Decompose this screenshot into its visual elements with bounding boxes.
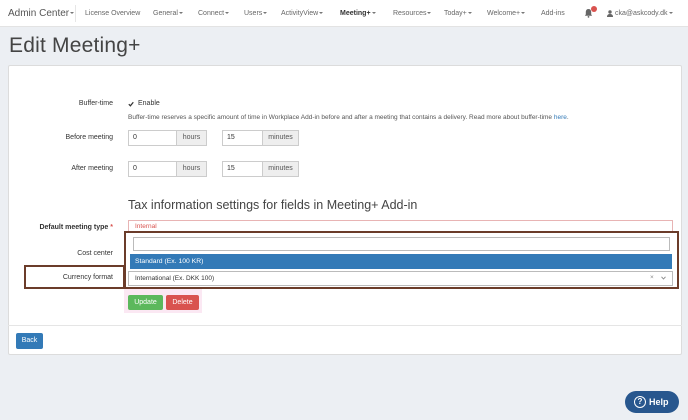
- user-icon: [607, 9, 613, 17]
- nav-activityview[interactable]: ActivityView: [281, 0, 324, 27]
- before-minutes-input[interactable]: 15: [222, 130, 263, 146]
- chevron-down-icon: [263, 12, 268, 15]
- cost-center-label: Cost center: [77, 250, 113, 257]
- buffer-description-text: Buffer-time reserves a specific amount o…: [128, 114, 553, 121]
- after-hours-addon: hours: [176, 161, 207, 177]
- tax-section-heading: Tax information settings for fields in M…: [128, 198, 418, 212]
- buffer-enable-label: Enable: [138, 100, 160, 107]
- chevron-down-icon: [668, 12, 673, 15]
- after-minutes-input[interactable]: 15: [222, 161, 263, 177]
- chevron-down-icon: [225, 12, 230, 15]
- buffer-description: Buffer-time reserves a specific amount o…: [128, 114, 569, 121]
- chevron-down-icon: [319, 12, 324, 15]
- chevron-down-icon: [371, 12, 376, 15]
- nav-resources[interactable]: Resources: [393, 0, 432, 27]
- before-meeting-label: Before meeting: [65, 134, 113, 141]
- default-meeting-type-label: Default meeting type *: [20, 224, 113, 231]
- dropdown-highlight-box: [124, 231, 679, 289]
- buffer-enable-checkbox[interactable]: [128, 101, 134, 107]
- nav-connect[interactable]: Connect: [198, 0, 230, 27]
- nav-add-ins[interactable]: Add-ins: [541, 0, 565, 27]
- question-icon: ?: [634, 396, 646, 408]
- admin-center-menu[interactable]: Admin Center: [8, 0, 75, 27]
- chevron-down-icon: [521, 12, 526, 15]
- chevron-down-icon: [467, 12, 472, 15]
- nav-today-plus[interactable]: Today+: [444, 0, 472, 27]
- help-label: Help: [649, 397, 669, 407]
- nav-license-overview[interactable]: License Overview: [85, 0, 140, 27]
- chevron-down-icon: [178, 12, 183, 15]
- before-hours-addon: hours: [176, 130, 207, 146]
- before-minutes-addon: minutes: [262, 130, 299, 146]
- buffer-description-period: .: [566, 114, 569, 121]
- top-navbar: Admin Center License Overview General Co…: [0, 0, 688, 27]
- delete-button[interactable]: Delete: [166, 295, 199, 310]
- chevron-down-icon: [427, 12, 432, 15]
- notification-badge: [591, 6, 597, 12]
- after-minutes-addon: minutes: [262, 161, 299, 177]
- before-hours-input[interactable]: 0: [128, 130, 177, 146]
- user-menu[interactable]: cka@askcody.dk: [607, 0, 673, 27]
- update-button[interactable]: Update: [128, 295, 163, 310]
- currency-label-highlight-box: [24, 265, 125, 289]
- required-asterisk: *: [110, 224, 113, 231]
- buffer-read-more-link[interactable]: here: [554, 114, 567, 121]
- nav-welcome-plus[interactable]: Welcome+: [487, 0, 526, 27]
- nav-users[interactable]: Users: [244, 0, 268, 27]
- panel-footer-divider: [8, 325, 682, 326]
- after-meeting-label: After meeting: [71, 165, 113, 172]
- after-hours-input[interactable]: 0: [128, 161, 177, 177]
- page-title: Edit Meeting+: [9, 34, 141, 57]
- help-button[interactable]: ? Help: [625, 391, 679, 413]
- chevron-down-icon: [70, 12, 75, 15]
- default-meeting-type-text: Default meeting type: [39, 224, 109, 231]
- nav-divider: [75, 5, 76, 22]
- buffer-time-label: Buffer-time: [78, 100, 113, 107]
- back-button[interactable]: Back: [16, 333, 43, 349]
- nav-meeting-plus[interactable]: Meeting+: [340, 0, 376, 27]
- nav-general[interactable]: General: [153, 0, 183, 27]
